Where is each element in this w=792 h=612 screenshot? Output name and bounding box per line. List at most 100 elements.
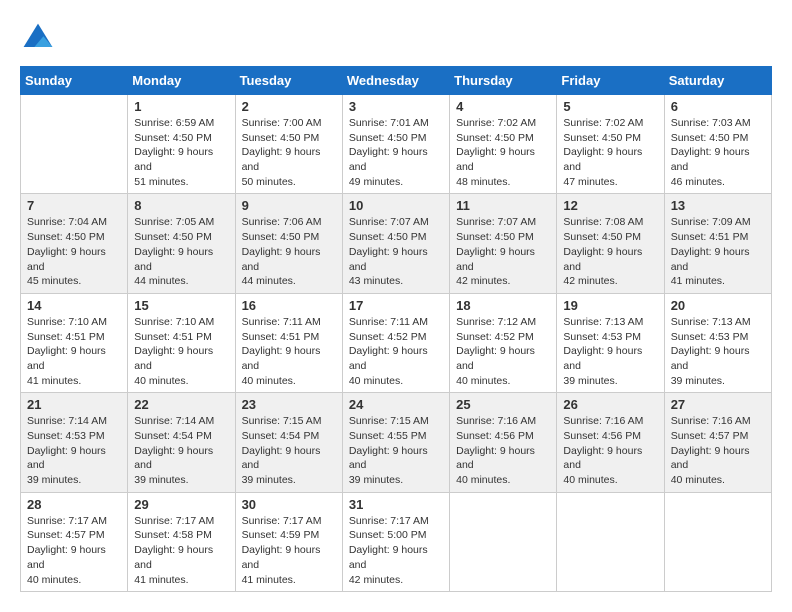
daylight-text: Daylight: 9 hours and bbox=[563, 145, 657, 174]
daylight-text-2: 39 minutes. bbox=[27, 473, 121, 488]
calendar-row: 14Sunrise: 7:10 AMSunset: 4:51 PMDayligh… bbox=[21, 293, 772, 392]
sunset-text: Sunset: 4:50 PM bbox=[242, 131, 336, 146]
cell-content: Sunrise: 7:06 AMSunset: 4:50 PMDaylight:… bbox=[242, 215, 336, 288]
daylight-text: Daylight: 9 hours and bbox=[134, 543, 228, 572]
sunset-text: Sunset: 4:56 PM bbox=[456, 429, 550, 444]
calendar-cell: 21Sunrise: 7:14 AMSunset: 4:53 PMDayligh… bbox=[21, 393, 128, 492]
calendar-cell: 27 Sunrise: 7:16 AMSunset: 4:57 PMDayligh… bbox=[664, 393, 771, 492]
cell-content: Sunrise: 7:08 AMSunset: 4:50 PMDaylight:… bbox=[563, 215, 657, 288]
daylight-text-2: 45 minutes. bbox=[27, 274, 121, 289]
day-number: 4 bbox=[456, 99, 550, 114]
sunrise-text: Sunrise: 7:08 AM bbox=[563, 215, 657, 230]
daylight-text-2: 40 minutes. bbox=[456, 374, 550, 389]
day-number: 3 bbox=[349, 99, 443, 114]
daylight-text: Daylight: 9 hours and bbox=[671, 145, 765, 174]
weekday-header-sunday: Sunday bbox=[21, 67, 128, 95]
daylight-text-2: 40 minutes. bbox=[456, 473, 550, 488]
sunset-text: Sunset: 4:52 PM bbox=[456, 330, 550, 345]
cell-content: Sunrise: 7:14 AMSunset: 4:53 PMDaylight:… bbox=[27, 414, 121, 487]
sunset-text: Sunset: 4:58 PM bbox=[134, 528, 228, 543]
cell-content: Sunrise: 7:11 AMSunset: 4:52 PMDaylight:… bbox=[349, 315, 443, 388]
sunset-text: Sunset: 4:54 PM bbox=[242, 429, 336, 444]
calendar-cell: 13Sunrise: 7:09 AMSunset: 4:51 PMDayligh… bbox=[664, 194, 771, 293]
weekday-header-friday: Friday bbox=[557, 67, 664, 95]
sunrise-text: Sunrise: 6:59 AM bbox=[134, 116, 228, 131]
calendar-cell: 14Sunrise: 7:10 AMSunset: 4:51 PMDayligh… bbox=[21, 293, 128, 392]
daylight-text: Daylight: 9 hours and bbox=[349, 145, 443, 174]
daylight-text: Daylight: 9 hours and bbox=[134, 245, 228, 274]
calendar-cell: 9Sunrise: 7:06 AMSunset: 4:50 PMDaylight… bbox=[235, 194, 342, 293]
cell-content: Sunrise: 7:03 AMSunset: 4:50 PMDaylight:… bbox=[671, 116, 765, 189]
daylight-text-2: 47 minutes. bbox=[563, 175, 657, 190]
sunset-text: Sunset: 4:52 PM bbox=[349, 330, 443, 345]
header bbox=[20, 20, 772, 56]
daylight-text-2: 42 minutes. bbox=[456, 274, 550, 289]
weekday-header-saturday: Saturday bbox=[664, 67, 771, 95]
sunrise-text: Sunrise: 7:11 AM bbox=[242, 315, 336, 330]
cell-content: Sunrise: 7:17 AMSunset: 4:59 PMDaylight:… bbox=[242, 514, 336, 587]
daylight-text-2: 39 minutes. bbox=[242, 473, 336, 488]
sunset-text: Sunset: 4:50 PM bbox=[134, 230, 228, 245]
sunset-text: Sunset: 4:54 PM bbox=[134, 429, 228, 444]
sunrise-text: Sunrise: 7:10 AM bbox=[27, 315, 121, 330]
daylight-text-2: 40 minutes. bbox=[134, 374, 228, 389]
cell-content: Sunrise: 7:16 AMSunset: 4:56 PMDaylight:… bbox=[563, 414, 657, 487]
cell-content: Sunrise: 7:09 AMSunset: 4:51 PMDaylight:… bbox=[671, 215, 765, 288]
calendar-cell: 18Sunrise: 7:12 AMSunset: 4:52 PMDayligh… bbox=[450, 293, 557, 392]
sunrise-text: Sunrise: 7:01 AM bbox=[349, 116, 443, 131]
daylight-text: Daylight: 9 hours and bbox=[242, 344, 336, 373]
daylight-text: Daylight: 9 hours and bbox=[671, 344, 765, 373]
day-number: 30 bbox=[242, 497, 336, 512]
sunset-text: Sunset: 4:50 PM bbox=[349, 131, 443, 146]
sunrise-text: Sunrise: 7:11 AM bbox=[349, 315, 443, 330]
daylight-text: Daylight: 9 hours and bbox=[456, 145, 550, 174]
daylight-text-2: 50 minutes. bbox=[242, 175, 336, 190]
sunset-text: Sunset: 4:50 PM bbox=[456, 230, 550, 245]
weekday-header-wednesday: Wednesday bbox=[342, 67, 449, 95]
calendar-cell: 15Sunrise: 7:10 AMSunset: 4:51 PMDayligh… bbox=[128, 293, 235, 392]
calendar-row: 1Sunrise: 6:59 AMSunset: 4:50 PMDaylight… bbox=[21, 95, 772, 194]
calendar-cell: 19Sunrise: 7:13 AMSunset: 4:53 PMDayligh… bbox=[557, 293, 664, 392]
daylight-text: Daylight: 9 hours and bbox=[242, 245, 336, 274]
daylight-text: Daylight: 9 hours and bbox=[134, 145, 228, 174]
sunset-text: Sunset: 4:53 PM bbox=[671, 330, 765, 345]
cell-content: Sunrise: 7:16 AMSunset: 4:57 PMDaylight:… bbox=[671, 414, 765, 487]
daylight-text-2: 41 minutes. bbox=[242, 573, 336, 588]
sunset-text: Sunset: 4:50 PM bbox=[671, 131, 765, 146]
sunrise-text: Sunrise: 7:15 AM bbox=[349, 414, 443, 429]
cell-content: Sunrise: 7:10 AMSunset: 4:51 PMDaylight:… bbox=[27, 315, 121, 388]
calendar-cell: 26Sunrise: 7:16 AMSunset: 4:56 PMDayligh… bbox=[557, 393, 664, 492]
sunrise-text: Sunrise: 7:13 AM bbox=[563, 315, 657, 330]
sunset-text: Sunset: 4:57 PM bbox=[671, 429, 765, 444]
logo-icon bbox=[20, 20, 56, 56]
daylight-text-2: 49 minutes. bbox=[349, 175, 443, 190]
daylight-text-2: 39 minutes. bbox=[563, 374, 657, 389]
sunrise-text: Sunrise: 7:03 AM bbox=[671, 116, 765, 131]
sunrise-text: Sunrise: 7:00 AM bbox=[242, 116, 336, 131]
day-number: 24 bbox=[349, 397, 443, 412]
daylight-text: Daylight: 9 hours and bbox=[242, 543, 336, 572]
sunrise-text: Sunrise: 7:06 AM bbox=[242, 215, 336, 230]
sunrise-text: Sunrise: 7:10 AM bbox=[134, 315, 228, 330]
sunset-text: Sunset: 4:53 PM bbox=[27, 429, 121, 444]
daylight-text-2: 40 minutes. bbox=[671, 473, 765, 488]
daylight-text-2: 42 minutes. bbox=[349, 573, 443, 588]
sunrise-text: Sunrise: 7:12 AM bbox=[456, 315, 550, 330]
sunset-text: Sunset: 4:50 PM bbox=[349, 230, 443, 245]
cell-content: Sunrise: 7:04 AMSunset: 4:50 PMDaylight:… bbox=[27, 215, 121, 288]
sunrise-text: Sunrise: 7:02 AM bbox=[563, 116, 657, 131]
sunset-text: Sunset: 4:50 PM bbox=[27, 230, 121, 245]
sunset-text: Sunset: 4:56 PM bbox=[563, 429, 657, 444]
calendar-cell: 22Sunrise: 7:14 AMSunset: 4:54 PMDayligh… bbox=[128, 393, 235, 492]
sunrise-text: Sunrise: 7:17 AM bbox=[27, 514, 121, 529]
daylight-text: Daylight: 9 hours and bbox=[456, 245, 550, 274]
sunrise-text: Sunrise: 7:17 AM bbox=[242, 514, 336, 529]
daylight-text-2: 39 minutes. bbox=[134, 473, 228, 488]
calendar-cell: 17Sunrise: 7:11 AMSunset: 4:52 PMDayligh… bbox=[342, 293, 449, 392]
daylight-text: Daylight: 9 hours and bbox=[456, 344, 550, 373]
sunset-text: Sunset: 4:59 PM bbox=[242, 528, 336, 543]
day-number: 27 bbox=[671, 397, 765, 412]
daylight-text: Daylight: 9 hours and bbox=[563, 245, 657, 274]
cell-content: Sunrise: 7:17 AMSunset: 4:58 PMDaylight:… bbox=[134, 514, 228, 587]
sunset-text: Sunset: 4:53 PM bbox=[563, 330, 657, 345]
